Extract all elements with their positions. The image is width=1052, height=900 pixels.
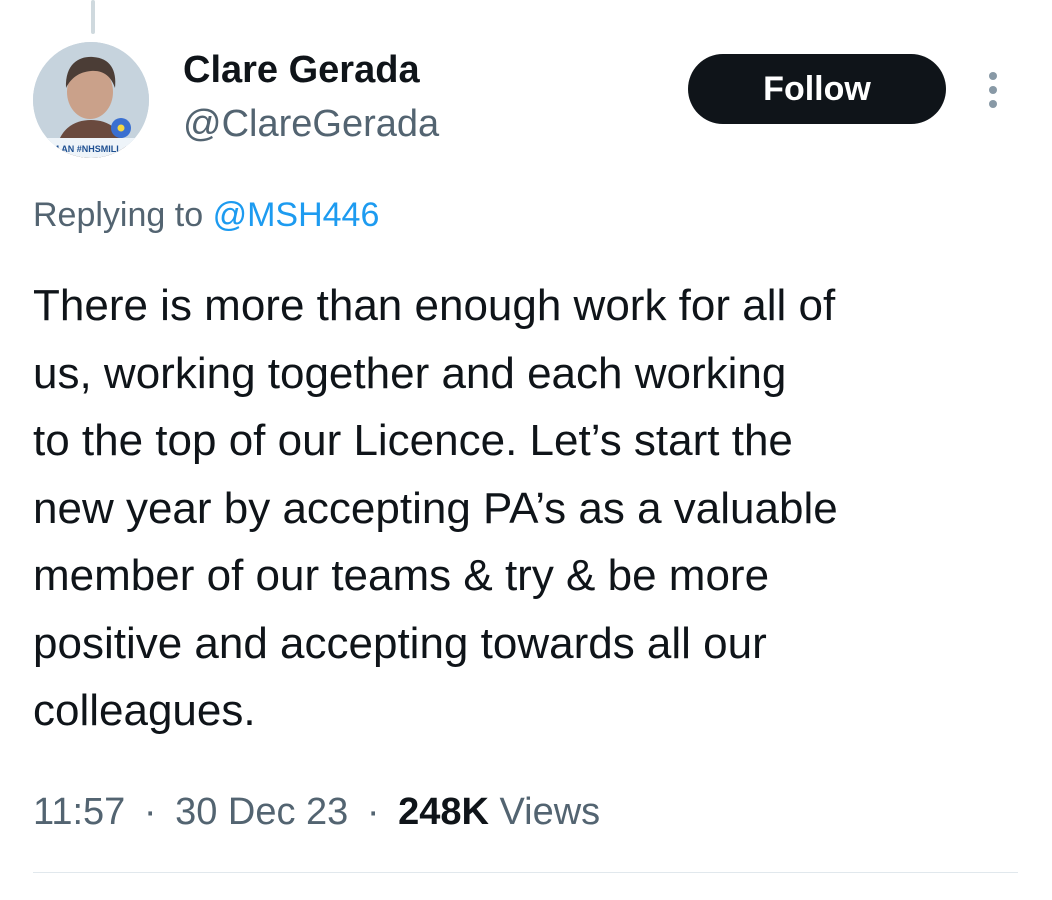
meta-separator: · [143, 791, 157, 833]
replying-to-mention-link[interactable]: @MSH446 [213, 196, 380, 234]
divider [33, 872, 1018, 873]
replying-to-line: Replying to @MSH446 [33, 192, 379, 238]
avatar-badge-text: I'M AN #NHSMILL [47, 144, 122, 154]
more-icon-dot [989, 72, 997, 80]
follow-button[interactable]: Follow [688, 54, 946, 124]
author-display-name[interactable]: Clare Gerada [183, 46, 420, 94]
more-vertical-icon[interactable] [980, 70, 1006, 110]
tweet-text: There is more than enough work for all o… [33, 281, 838, 735]
tweet-time[interactable]: 11:57 [33, 791, 125, 833]
views-count[interactable]: 248K [398, 791, 489, 833]
more-icon-dot [989, 86, 997, 94]
thread-connector-line [91, 0, 95, 34]
avatar[interactable]: I'M AN #NHSMILL [33, 42, 149, 158]
tweet-date[interactable]: 30 Dec 23 [175, 791, 348, 833]
tweet-meta: 11:57 · 30 Dec 23 · 248K Views [33, 788, 600, 836]
replying-to-prefix: Replying to [33, 196, 204, 234]
meta-separator: · [366, 791, 380, 833]
views-label: Views [499, 791, 601, 833]
avatar-photo: I'M AN #NHSMILL [33, 42, 149, 158]
author-handle[interactable]: @ClareGerada [183, 100, 439, 148]
more-icon-dot [989, 100, 997, 108]
